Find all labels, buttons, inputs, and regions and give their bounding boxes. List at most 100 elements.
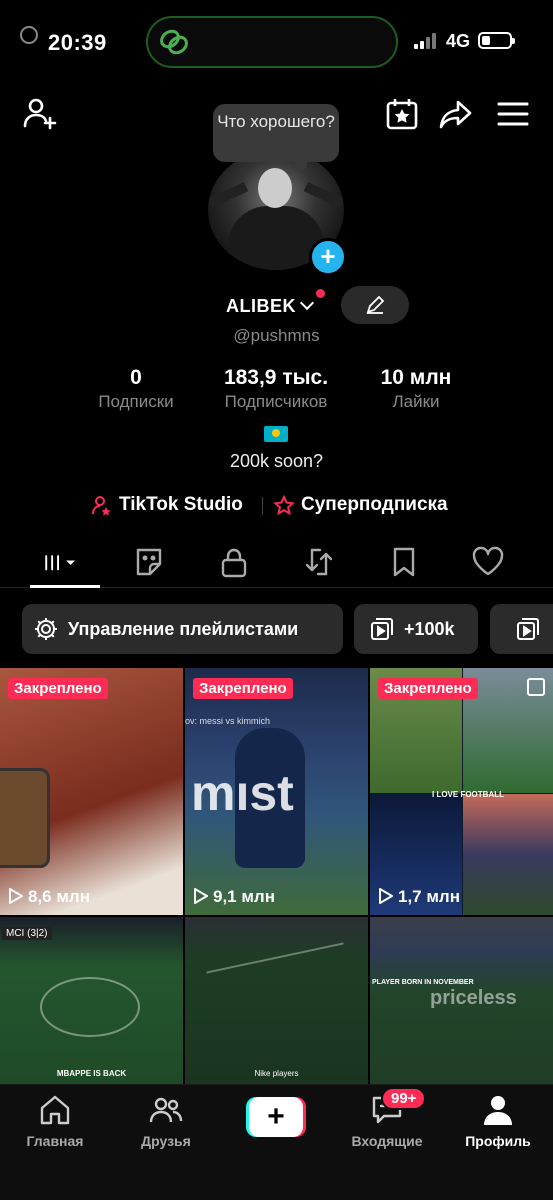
- video-caption: I LOVE FOOTBALL: [432, 790, 504, 799]
- pinned-badge: Закреплено: [378, 678, 478, 699]
- view-count-value: 9,1 млн: [213, 887, 275, 906]
- manage-playlists-button[interactable]: Управление плейлистами: [22, 604, 343, 654]
- stat-value: 183,9 тыс.: [223, 366, 329, 389]
- tab-stickers[interactable]: [132, 546, 166, 578]
- add-story-button[interactable]: +: [309, 238, 347, 276]
- nav-friends[interactable]: Друзья: [111, 1093, 221, 1149]
- videos-grid-icon: [45, 555, 76, 571]
- stat-following[interactable]: 0 Подписки: [86, 366, 186, 412]
- chevron-down-icon: [299, 295, 315, 311]
- heart-icon: [472, 546, 504, 576]
- tab-reposts[interactable]: [302, 546, 336, 578]
- repost-icon: [305, 548, 333, 576]
- video-thumbnail[interactable]: PLAYER BORN IN NOVEMBER priceless: [370, 917, 553, 1084]
- video-caption: Nike players: [254, 1069, 299, 1078]
- nav-home-label: Главная: [26, 1133, 84, 1149]
- username: @pushmns: [233, 326, 320, 345]
- tab-favorites[interactable]: [387, 546, 421, 578]
- note-bubble[interactable]: Что хорошего?: [213, 104, 339, 170]
- network-type: 4G: [446, 31, 471, 51]
- friends-icon: [149, 1097, 183, 1123]
- view-count: 8,6 млн: [8, 887, 90, 907]
- pinned-badge: Закреплено: [193, 678, 293, 699]
- carrier-label: [20, 26, 38, 44]
- super-subscription-label: Суперподписка: [301, 494, 448, 515]
- video-caption: ov: messi vs kimmich: [185, 716, 271, 726]
- collage-image: [463, 794, 553, 915]
- stat-likes[interactable]: 10 млн Лайки: [366, 366, 466, 412]
- super-star-icon: [273, 495, 295, 516]
- view-count: 1,7 млн: [378, 887, 460, 907]
- stat-followers[interactable]: 183,9 тыс. Подписчиков: [206, 366, 346, 412]
- status-time: 20:39: [48, 30, 107, 55]
- inbox-badge: 99+: [381, 1087, 427, 1110]
- kazakhstan-flag-icon: [264, 426, 288, 442]
- bio-text: 200k soon?: [229, 451, 324, 471]
- tiktok-studio-label: TikTok Studio: [119, 494, 243, 515]
- add-user-icon[interactable]: [22, 96, 58, 132]
- dynamic-island[interactable]: [146, 16, 398, 68]
- profile-icon: [484, 1096, 512, 1125]
- tab-videos[interactable]: [44, 546, 90, 578]
- active-tab-indicator: [30, 585, 100, 588]
- sticker-icon: [136, 548, 162, 576]
- tab-private[interactable]: [217, 546, 251, 578]
- video-thumbnail[interactable]: I LOVE FOOTBALL Закреплено 1,7 млн: [370, 668, 553, 915]
- video-thumbnail[interactable]: MCI (3|2) MBAPPE IS BACK: [0, 917, 183, 1084]
- playlist-label: +100k: [404, 619, 455, 639]
- playlist-chip[interactable]: [490, 604, 553, 654]
- tab-liked[interactable]: [471, 546, 505, 578]
- nav-inbox-label: Входящие: [351, 1133, 423, 1149]
- share-icon[interactable]: [438, 96, 474, 132]
- play-icon: [9, 888, 23, 904]
- pitch-circle: [40, 977, 140, 1037]
- profile-tabs: [0, 540, 553, 588]
- menu-icon[interactable]: [495, 96, 531, 132]
- playlist-icon: [517, 618, 539, 640]
- carousel-icon: [527, 678, 545, 696]
- super-subscription-link[interactable]: Суперподписка: [273, 494, 448, 516]
- stat-label: Лайки: [392, 392, 440, 411]
- pencil-icon: [366, 295, 385, 314]
- bottom-navigation: Главная Друзья + Входящие 99+ Профиль: [0, 1084, 553, 1200]
- signal-icon: [414, 33, 440, 49]
- barrel-image: [0, 768, 50, 868]
- play-icon: [194, 888, 208, 904]
- create-button[interactable]: +: [246, 1097, 306, 1137]
- nav-home[interactable]: Главная: [0, 1093, 110, 1149]
- link-icon: [160, 29, 188, 55]
- video-caption: PLAYER BORN IN NOVEMBER: [372, 979, 474, 986]
- gear-icon: [35, 618, 57, 640]
- pitch-line: [206, 942, 344, 974]
- profile-stats: 0 Подписки 183,9 тыс. Подписчиков 10 млн…: [0, 366, 553, 416]
- playlist-chips: Управление плейлистами +100k: [0, 604, 553, 654]
- studio-user-icon: [92, 496, 111, 516]
- view-count: 9,1 млн: [193, 887, 275, 907]
- stat-value: 10 млн: [380, 366, 452, 389]
- stat-label: Подписчиков: [224, 392, 328, 411]
- tiktok-studio-link[interactable]: TikTok Studio: [92, 494, 243, 516]
- stadium-banner: mıst: [191, 765, 294, 821]
- battery-icon: [478, 32, 515, 49]
- display-name-switcher[interactable]: ALIBEK: [226, 295, 315, 317]
- calendar-star-icon[interactable]: [384, 96, 420, 132]
- stat-label: Подписки: [98, 392, 174, 411]
- playlist-icon: [371, 618, 393, 640]
- display-name: ALIBEK: [226, 296, 296, 316]
- video-thumbnail[interactable]: Nike players: [185, 917, 368, 1084]
- plus-icon: +: [249, 1097, 303, 1137]
- score-overlay: MCI (3|2): [2, 927, 52, 940]
- video-grid: Закреплено 8,6 млн ov: messi vs kimmich …: [0, 668, 553, 1084]
- pinned-badge: Закреплено: [8, 678, 108, 699]
- playlist-chip[interactable]: +100k: [354, 604, 478, 654]
- manage-playlists-label: Управление плейлистами: [68, 619, 299, 639]
- status-bar: 20:39 4G: [0, 0, 553, 80]
- edit-profile-button[interactable]: [341, 286, 409, 324]
- play-icon: [379, 888, 393, 904]
- bookmark-icon: [393, 547, 415, 577]
- nav-profile[interactable]: Профиль: [443, 1093, 553, 1149]
- video-thumbnail[interactable]: ov: messi vs kimmich mıst Закреплено 9,1…: [185, 668, 368, 915]
- video-caption: MBAPPE IS BACK: [56, 1069, 127, 1078]
- video-thumbnail[interactable]: Закреплено 8,6 млн: [0, 668, 183, 915]
- view-count-value: 8,6 млн: [28, 887, 90, 906]
